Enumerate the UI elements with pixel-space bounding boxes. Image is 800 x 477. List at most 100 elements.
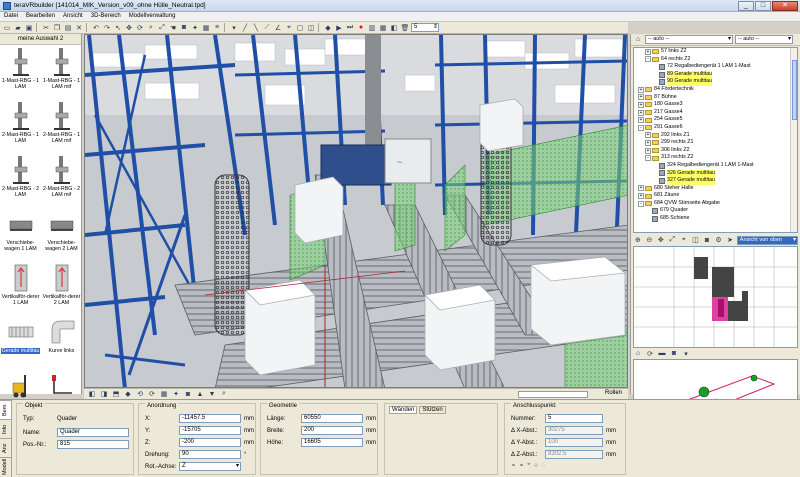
expand-icon[interactable]: + <box>638 117 644 124</box>
expand-icon[interactable]: + <box>638 86 644 93</box>
x-input[interactable]: -11457.5 <box>179 414 241 423</box>
tree-node[interactable]: 324 Regalbediengerät 1 LAM 1-Mast <box>634 162 797 170</box>
minimap-zoom-in-icon[interactable]: ⊕ <box>633 235 643 245</box>
tab-info[interactable]: Info <box>0 419 11 438</box>
tree-node[interactable]: +87 Bühne <box>634 94 797 102</box>
minimap-pan-icon[interactable]: ✥ <box>656 235 666 245</box>
grid-icon[interactable]: ▦ <box>201 23 211 33</box>
view-camera-icon[interactable]: ◙ <box>183 389 193 399</box>
minimap-settings-icon[interactable]: ⚙ <box>714 235 724 245</box>
tree-node[interactable]: - 684 QVW Stirnseite Abgabe <box>634 200 797 208</box>
point-icon[interactable]: ◌ <box>541 463 545 469</box>
collapse-icon[interactable]: - <box>645 155 651 162</box>
cut-icon[interactable]: ✂ <box>41 23 51 33</box>
tree-node[interactable]: +306 links Z2 <box>634 147 797 155</box>
tree-filter-combo-left[interactable]: -- auto -- <box>645 35 733 44</box>
laenge-input[interactable]: 60550 <box>301 414 363 423</box>
expand-icon[interactable]: + <box>645 139 651 146</box>
view-light-icon[interactable]: ✦ <box>171 389 181 399</box>
expand-icon[interactable]: + <box>645 147 651 154</box>
3d-scene[interactable]: ~ <box>85 35 628 388</box>
collapse-icon[interactable]: - <box>645 56 651 63</box>
layer-icon[interactable]: ◫ <box>306 23 316 33</box>
view-top-icon[interactable]: ⬒ <box>111 389 121 399</box>
record-icon[interactable]: ● <box>356 23 366 33</box>
palette-item[interactable]: 2-Mast-RBG - 1 LAM mif <box>41 99 82 153</box>
menu-ansicht[interactable]: Ansicht <box>59 12 87 21</box>
palette-item[interactable]: 1-Mast-RBG - 1 LAM mif <box>41 45 82 99</box>
zoom-icon[interactable]: ⌕ <box>146 23 156 33</box>
pan-icon[interactable]: ☚ <box>168 23 178 33</box>
tree-node[interactable]: 89 Gerade multitau <box>634 70 797 79</box>
minimap-view-icon[interactable]: ◫ <box>691 235 701 245</box>
palette-item[interactable]: Kurve links <box>41 315 82 369</box>
box-icon[interactable]: ▢ <box>295 23 305 33</box>
trash-icon[interactable]: 🗑 <box>400 23 410 33</box>
view-grid-icon[interactable]: ▦ <box>159 389 169 399</box>
tree-node[interactable]: +299 rechts Z1 <box>634 139 797 147</box>
tab-waende[interactable]: Wänden <box>389 406 418 414</box>
tree-node[interactable]: +292 links Z1 <box>634 132 797 140</box>
grid-2-icon[interactable]: ▦ <box>378 23 388 33</box>
view-front-icon[interactable]: ◧ <box>87 389 97 399</box>
snap-point-icon[interactable]: ⊹ <box>533 462 538 469</box>
y-abst-input[interactable]: 100 <box>545 438 603 447</box>
palette-item[interactable]: 1-Mast-RBG - 1 LAM <box>0 45 41 99</box>
redo-icon[interactable]: ↷ <box>102 23 112 33</box>
model-tree[interactable]: +57 links Z2-64 rechts Z2 72 Regalbedieng… <box>633 47 798 233</box>
hoehe-input[interactable]: 16605 <box>301 438 363 447</box>
expand-icon[interactable]: + <box>645 48 651 55</box>
select-icon[interactable]: ↖ <box>113 23 123 33</box>
menu-modellverwaltung[interactable]: Modellverwaltung <box>125 12 180 21</box>
skip-icon[interactable]: ⏭ <box>345 23 355 33</box>
menu-datei[interactable]: Datei <box>0 12 22 21</box>
tree-node[interactable]: +254 Gasse5 <box>634 116 797 124</box>
rot-achse-select[interactable]: Z ▾ <box>179 462 241 471</box>
angle-icon[interactable]: ∠ <box>273 23 283 33</box>
expand-icon[interactable]: + <box>638 94 644 101</box>
line-tool-icon[interactable]: ╱ <box>240 23 250 33</box>
camera-icon[interactable]: ◙ <box>179 23 189 33</box>
copy-icon[interactable]: ❐ <box>52 23 62 33</box>
move-icon[interactable]: ✥ <box>124 23 134 33</box>
3d-viewport[interactable]: ~ <box>84 34 628 388</box>
tree-node[interactable]: +681 Zäune <box>634 192 797 200</box>
tree-node[interactable]: - 64 rechts Z2 <box>634 56 797 64</box>
expand-icon[interactable]: + <box>638 185 644 192</box>
preview-home-icon[interactable]: ⌂ <box>633 349 643 359</box>
view-direction-select[interactable]: Ansicht von oben <box>736 235 798 245</box>
view-icon[interactable]: ◧ <box>389 23 399 33</box>
x-abst-input[interactable]: 30275 <box>545 426 603 435</box>
measure-icon[interactable]: ⟋ <box>262 23 272 33</box>
zoom-fit-icon[interactable]: ⤢ <box>157 23 167 33</box>
tab-modell[interactable]: Modell <box>0 457 11 476</box>
undo-icon[interactable]: ↶ <box>91 23 101 33</box>
preview-dropdown-icon[interactable]: ▾ <box>681 349 691 359</box>
rotate-icon[interactable]: ⟳ <box>135 23 145 33</box>
close-button[interactable]: ✕ <box>772 1 798 11</box>
view-up-icon[interactable]: ▲ <box>195 389 205 399</box>
view-iso-icon[interactable]: ◆ <box>123 389 133 399</box>
link-icon[interactable]: ⚭ <box>511 462 516 469</box>
preview-camera-icon[interactable]: ◙ <box>669 349 679 359</box>
minimap-zoom-out-icon[interactable]: ⊖ <box>645 235 655 245</box>
palette-item[interactable]: Verschiebe-wagen 2 LAM <box>41 207 82 261</box>
nummer-input[interactable]: 5 <box>545 414 603 423</box>
target-icon[interactable]: ⌖ <box>527 462 530 469</box>
tree-node[interactable]: +217 Gasse4 <box>634 109 797 117</box>
expand-icon[interactable]: + <box>638 109 644 116</box>
step-spinner[interactable]: 5 ⇕ <box>411 23 439 32</box>
menu-arrow-icon[interactable]: ▾ <box>229 23 239 33</box>
menu-bearbeiten[interactable]: Bearbeiten <box>22 12 59 21</box>
palette-item[interactable]: 2-Mast-RBG - 2 LAM mif <box>41 153 82 207</box>
tree-node[interactable]: 72 Regalbediengerät 1 LAM 1-Mast <box>634 63 797 71</box>
tab-stuetzen[interactable]: Stützen <box>419 406 446 414</box>
preview-rotate-icon[interactable]: ⟳ <box>645 349 655 359</box>
tree-node[interactable]: +180 Gasse3 <box>634 101 797 109</box>
tree-node[interactable]: - 313 rechts Z2 <box>634 154 797 162</box>
tree-node[interactable]: +84 Fördertechnik <box>634 86 797 94</box>
minimap-target-icon[interactable]: ⌖ <box>679 235 689 245</box>
chart-icon[interactable]: ▥ <box>367 23 377 33</box>
tree-scrollbar[interactable] <box>790 48 797 232</box>
view-side-icon[interactable]: ◨ <box>99 389 109 399</box>
